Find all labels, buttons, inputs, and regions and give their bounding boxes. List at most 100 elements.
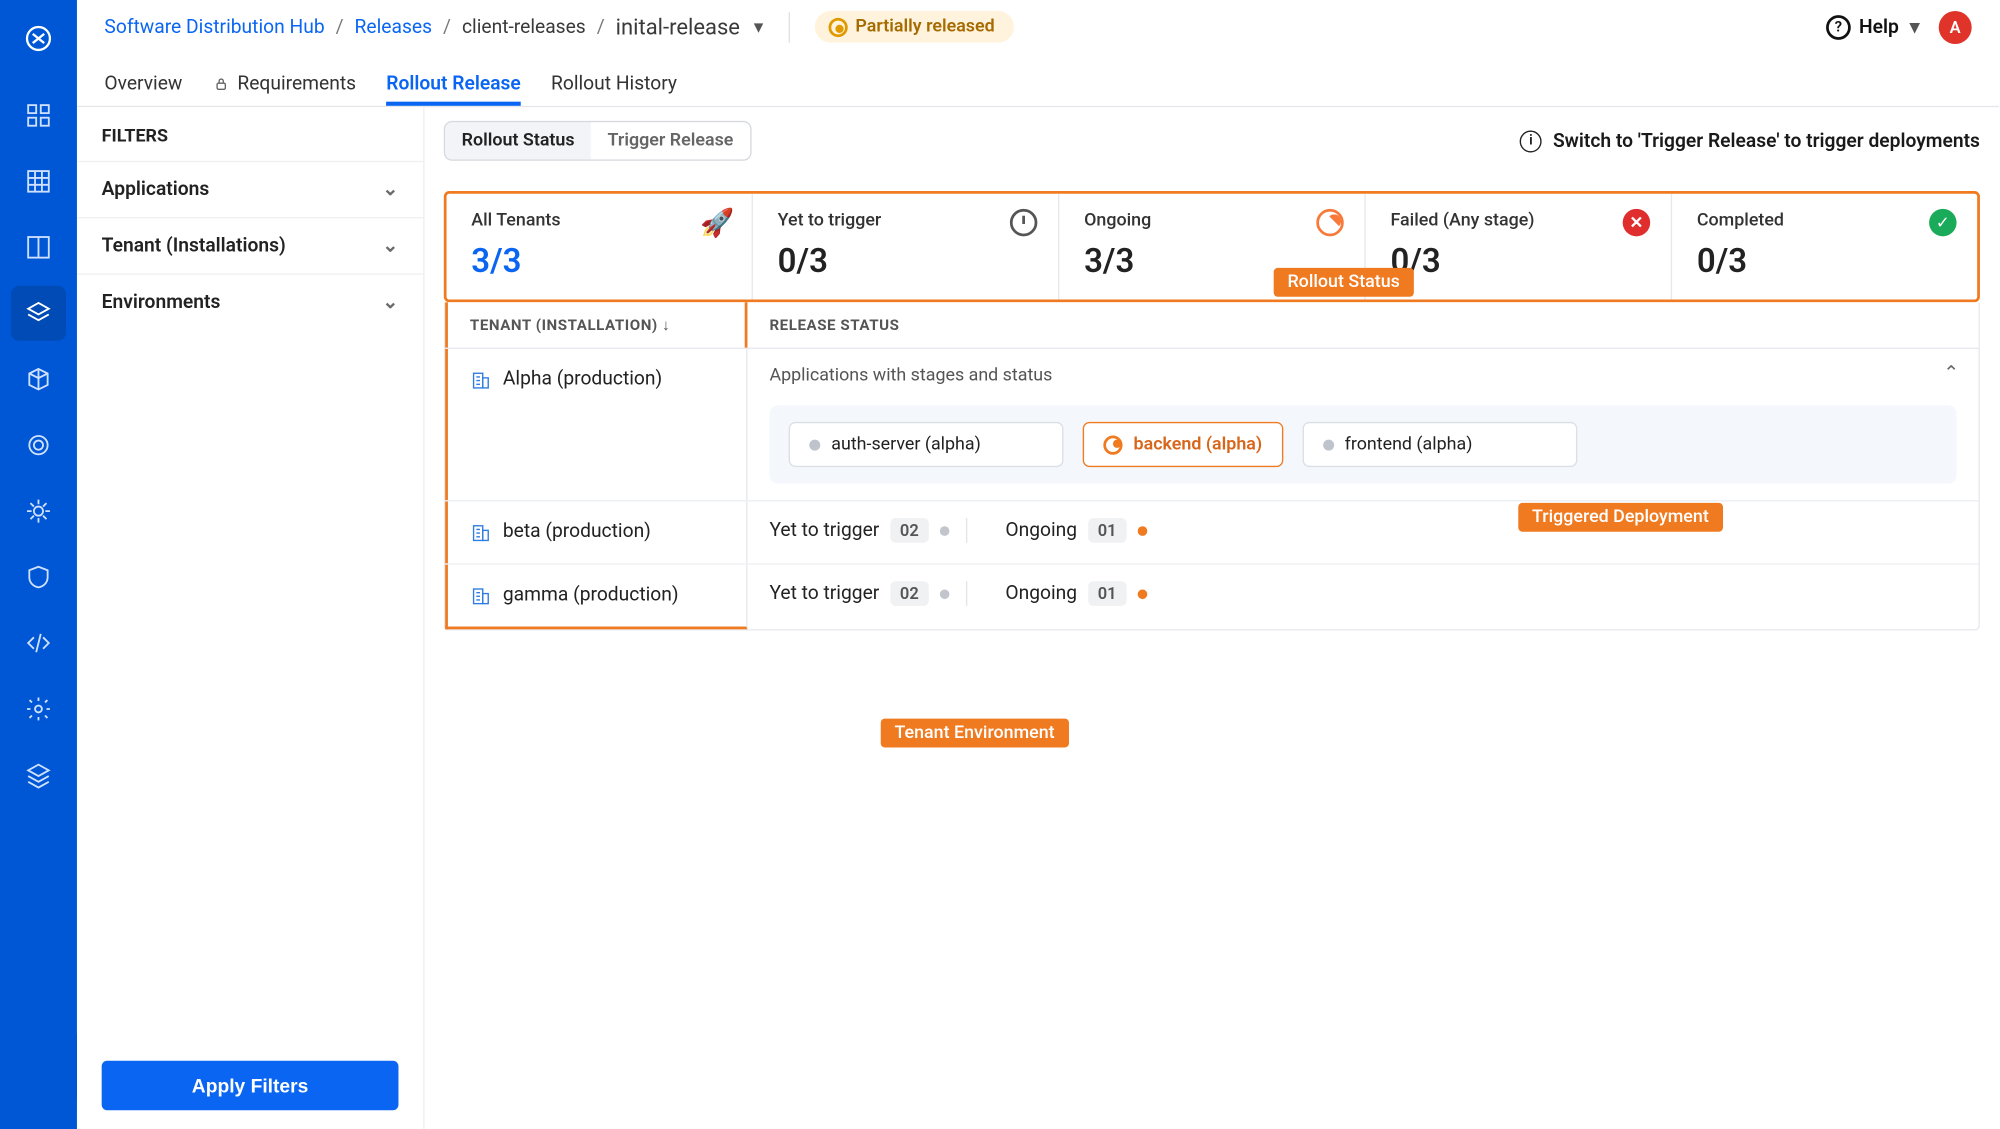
topbar: Software Distribution Hub / Releases / c… — [77, 0, 1999, 107]
nav-shield-icon[interactable] — [11, 550, 66, 605]
col-header-tenant[interactable]: TENANT (INSTALLATION) ↓ — [445, 302, 747, 347]
tab-requirements[interactable]: Requirements — [213, 73, 356, 106]
table-row: beta (production) Yet to trigger 02 Ongo… — [445, 502, 1978, 565]
help-icon: ? — [1826, 15, 1851, 40]
col-header-release[interactable]: RELEASE STATUS — [747, 302, 1978, 347]
chevron-down-icon: ▾ — [1910, 16, 1920, 38]
toggle-trigger-release[interactable]: Trigger Release — [591, 122, 750, 159]
clock-icon — [1009, 207, 1039, 237]
nav-grid-icon[interactable] — [11, 154, 66, 209]
status-dot-grey — [1323, 439, 1334, 450]
nav-layers-icon[interactable] — [11, 747, 66, 802]
nav-package-icon[interactable] — [11, 352, 66, 407]
mini-ongoing: Ongoing 01 — [1005, 581, 1146, 606]
filters-panel: FILTERS Applications⌄ Tenant (Installati… — [77, 107, 425, 1129]
tab-overview[interactable]: Overview — [104, 73, 182, 106]
sidebar — [0, 0, 77, 1129]
status-dot-grey — [939, 526, 949, 536]
tab-rollout-history[interactable]: Rollout History — [551, 73, 677, 106]
table-row: Alpha (production) ⌃ Applications with s… — [445, 349, 1978, 502]
crumb-release-name[interactable]: inital-release — [616, 14, 740, 40]
status-pill: Partially released — [814, 11, 1014, 43]
fail-icon: ✕ — [1621, 207, 1651, 237]
partial-status-icon — [828, 17, 847, 36]
tab-requirements-label: Requirements — [237, 73, 356, 95]
rollout-table: TENANT (INSTALLATION) ↓ RELEASE STATUS A… — [444, 302, 1980, 630]
crumb-hub[interactable]: Software Distribution Hub — [104, 16, 324, 38]
apps-row: auth-server (alpha) backend (alpha) fron… — [769, 405, 1956, 483]
callout-tenant-env: Tenant Environment — [881, 719, 1069, 748]
apps-label: Applications with stages and status — [769, 365, 1956, 386]
tenant-icon — [470, 370, 492, 392]
nav-settings-icon[interactable] — [11, 682, 66, 737]
tenant-name: Alpha (production) — [503, 368, 662, 390]
release-cell: ⌃ Applications with stages and status au… — [747, 349, 1978, 500]
brand-logo[interactable] — [16, 16, 60, 60]
tenant-cell[interactable]: gamma (production) — [445, 565, 747, 630]
release-cell: Yet to trigger 02 Ongoing 01 — [747, 565, 1978, 630]
table-row: gamma (production) Yet to trigger 02 Ong… — [445, 565, 1978, 630]
main-content: Rollout Status Trigger Release i Switch … — [425, 107, 2000, 1129]
chevron-down-icon: ⌄ — [382, 291, 398, 313]
nav-bug-icon[interactable] — [11, 484, 66, 539]
status-pill-text: Partially released — [855, 17, 994, 38]
summary-all-tenants[interactable]: All Tenants 3/3 🚀 — [447, 194, 753, 300]
tenant-cell[interactable]: Alpha (production) — [445, 349, 747, 500]
check-icon: ✓ — [1928, 207, 1958, 237]
status-dot-grey — [809, 439, 820, 450]
help-label: Help — [1859, 16, 1899, 38]
summary-yet-to-trigger[interactable]: Yet to trigger 0/3 — [753, 194, 1059, 300]
ongoing-icon — [1103, 435, 1122, 454]
nav-dashboard-icon[interactable] — [11, 88, 66, 143]
lock-icon — [213, 76, 229, 92]
nav-distribution-icon[interactable] — [11, 286, 66, 341]
status-dot-orange — [1137, 589, 1147, 599]
callout-triggered: Triggered Deployment — [1518, 503, 1722, 532]
nav-panel-icon[interactable] — [11, 220, 66, 275]
collapse-icon[interactable]: ⌃ — [1943, 363, 1959, 385]
crumb-releases[interactable]: Releases — [355, 16, 432, 38]
summary-completed[interactable]: Completed 0/3 ✓ — [1672, 194, 1977, 300]
tenant-cell[interactable]: beta (production) — [445, 502, 747, 564]
mini-yet-to-trigger: Yet to trigger 02 — [769, 518, 966, 543]
breadcrumb: Software Distribution Hub / Releases / c… — [104, 0, 1999, 54]
info-hint-text: Switch to 'Trigger Release' to trigger d… — [1553, 130, 1980, 152]
filter-applications[interactable]: Applications⌄ — [77, 161, 423, 217]
app-chip-frontend[interactable]: frontend (alpha) — [1302, 422, 1577, 467]
app-chip-backend[interactable]: backend (alpha) — [1083, 422, 1283, 467]
chevron-down-icon: ⌄ — [382, 235, 398, 257]
rocket-icon: 🚀 — [702, 207, 732, 237]
filters-title: FILTERS — [77, 107, 423, 161]
chevron-down-icon: ⌄ — [382, 179, 398, 201]
tenant-name: gamma (production) — [503, 584, 679, 606]
tabs: Overview Requirements Rollout Release Ro… — [104, 54, 1999, 106]
tab-rollout-release[interactable]: Rollout Release — [386, 73, 520, 106]
info-icon: i — [1520, 130, 1542, 152]
mini-yet-to-trigger: Yet to trigger 02 — [769, 581, 966, 606]
app-chip-auth[interactable]: auth-server (alpha) — [789, 422, 1064, 467]
ongoing-icon — [1315, 207, 1345, 237]
breadcrumb-dropdown-icon[interactable]: ▾ — [754, 16, 764, 38]
crumb-client[interactable]: client-releases — [462, 16, 586, 38]
release-cell: Yet to trigger 02 Ongoing 01 — [747, 502, 1978, 564]
filter-environments[interactable]: Environments⌄ — [77, 273, 423, 329]
apply-filters-button[interactable]: Apply Filters — [102, 1061, 399, 1110]
filter-tenant[interactable]: Tenant (Installations)⌄ — [77, 217, 423, 273]
summary-cards: All Tenants 3/3 🚀 Yet to trigger 0/3 Ong… — [444, 191, 1980, 302]
tenant-icon — [470, 585, 492, 607]
nav-target-icon[interactable] — [11, 418, 66, 473]
nav-code-icon[interactable] — [11, 616, 66, 671]
view-toggle: Rollout Status Trigger Release — [444, 121, 751, 161]
status-dot-grey — [939, 589, 949, 599]
user-avatar[interactable]: A — [1939, 11, 1972, 44]
toggle-rollout-status[interactable]: Rollout Status — [445, 122, 591, 159]
table-header: TENANT (INSTALLATION) ↓ RELEASE STATUS — [445, 302, 1978, 349]
callout-rollout-status: Rollout Status — [1274, 268, 1414, 297]
mini-ongoing: Ongoing 01 — [1005, 518, 1146, 543]
tenant-icon — [470, 522, 492, 544]
tenant-name: beta (production) — [503, 521, 651, 543]
status-dot-orange — [1137, 526, 1147, 536]
help-button[interactable]: ? Help ▾ — [1826, 15, 1919, 40]
sort-arrow-icon: ↓ — [662, 316, 670, 334]
info-hint: i Switch to 'Trigger Release' to trigger… — [1520, 130, 1980, 152]
